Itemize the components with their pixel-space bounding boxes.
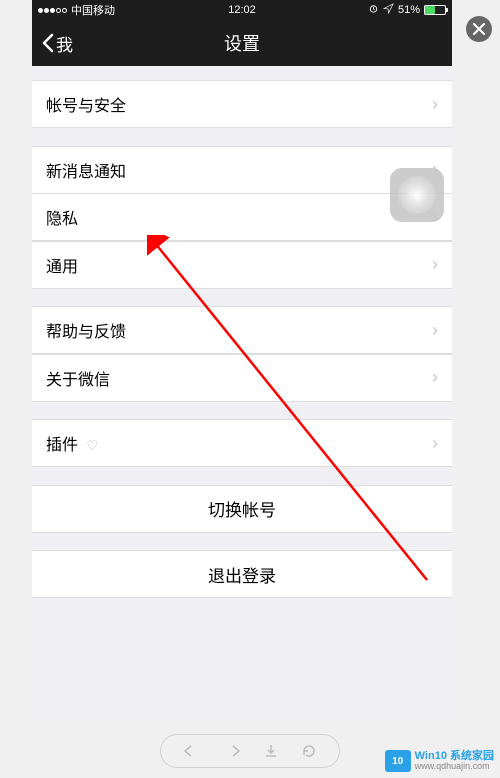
logout-button[interactable]: 退出登录 <box>32 550 452 598</box>
battery-icon <box>424 5 446 15</box>
chevron-right-icon: › <box>432 254 438 275</box>
chevron-right-icon: › <box>432 94 438 115</box>
chevron-right-icon: › <box>432 320 438 341</box>
next-button[interactable] <box>223 744 241 758</box>
viewer-toolbar <box>160 734 340 768</box>
navigation-bar: 我 设置 <box>32 20 452 66</box>
list-item-label: 插件 ♡ <box>46 431 432 455</box>
list-item-label: 新消息通知 <box>46 158 432 182</box>
watermark-logo: 10 <box>385 750 411 772</box>
chevron-right-icon: › <box>432 367 438 388</box>
list-item-general[interactable]: 通用 › <box>32 241 452 289</box>
settings-list: 帐号与安全 › 新消息通知 › 隐私 › 通用 › 帮助与反馈 › <box>32 66 452 598</box>
watermark: 10 Win10 系统家园 www.qdhuajin.com <box>385 750 494 772</box>
list-item-privacy[interactable]: 隐私 › <box>32 193 452 241</box>
page-title: 设置 <box>224 30 260 56</box>
list-item-about[interactable]: 关于微信 › <box>32 354 452 402</box>
chevron-left-icon <box>42 33 54 53</box>
download-button[interactable] <box>263 743 279 759</box>
alarm-icon <box>368 3 379 17</box>
chevron-right-icon: › <box>432 433 438 454</box>
phone-screen: 中国移动 12:02 51% 我 设置 帐号与安全 › <box>32 0 452 720</box>
button-label: 退出登录 <box>208 562 276 587</box>
list-item-label: 隐私 <box>46 205 432 229</box>
assistive-touch-button[interactable] <box>390 168 444 222</box>
list-item-plugins[interactable]: 插件 ♡ › <box>32 419 452 467</box>
watermark-url: www.qdhuajin.com <box>415 762 494 772</box>
prev-button[interactable] <box>183 744 201 758</box>
list-item-label: 帮助与反馈 <box>46 318 432 342</box>
location-icon <box>383 3 394 17</box>
list-item-label: 关于微信 <box>46 366 432 390</box>
back-button[interactable]: 我 <box>32 31 83 56</box>
status-bar: 中国移动 12:02 51% <box>32 0 452 20</box>
assistive-touch-icon <box>398 176 436 214</box>
battery-percent: 51% <box>398 4 420 16</box>
rotate-button[interactable] <box>301 743 317 759</box>
signal-strength-icon <box>38 8 67 13</box>
list-item-help-feedback[interactable]: 帮助与反馈 › <box>32 306 452 354</box>
list-item-notifications[interactable]: 新消息通知 › <box>32 146 452 194</box>
list-item-account-security[interactable]: 帐号与安全 › <box>32 80 452 128</box>
list-item-label: 帐号与安全 <box>46 92 432 116</box>
back-label: 我 <box>56 31 73 56</box>
switch-account-button[interactable]: 切换帐号 <box>32 485 452 533</box>
close-button[interactable] <box>466 16 492 42</box>
carrier-label: 中国移动 <box>71 2 115 18</box>
lightbulb-icon: ♡ <box>86 438 98 453</box>
clock: 12:02 <box>228 4 256 16</box>
button-label: 切换帐号 <box>208 496 276 521</box>
list-item-label: 通用 <box>46 253 432 277</box>
